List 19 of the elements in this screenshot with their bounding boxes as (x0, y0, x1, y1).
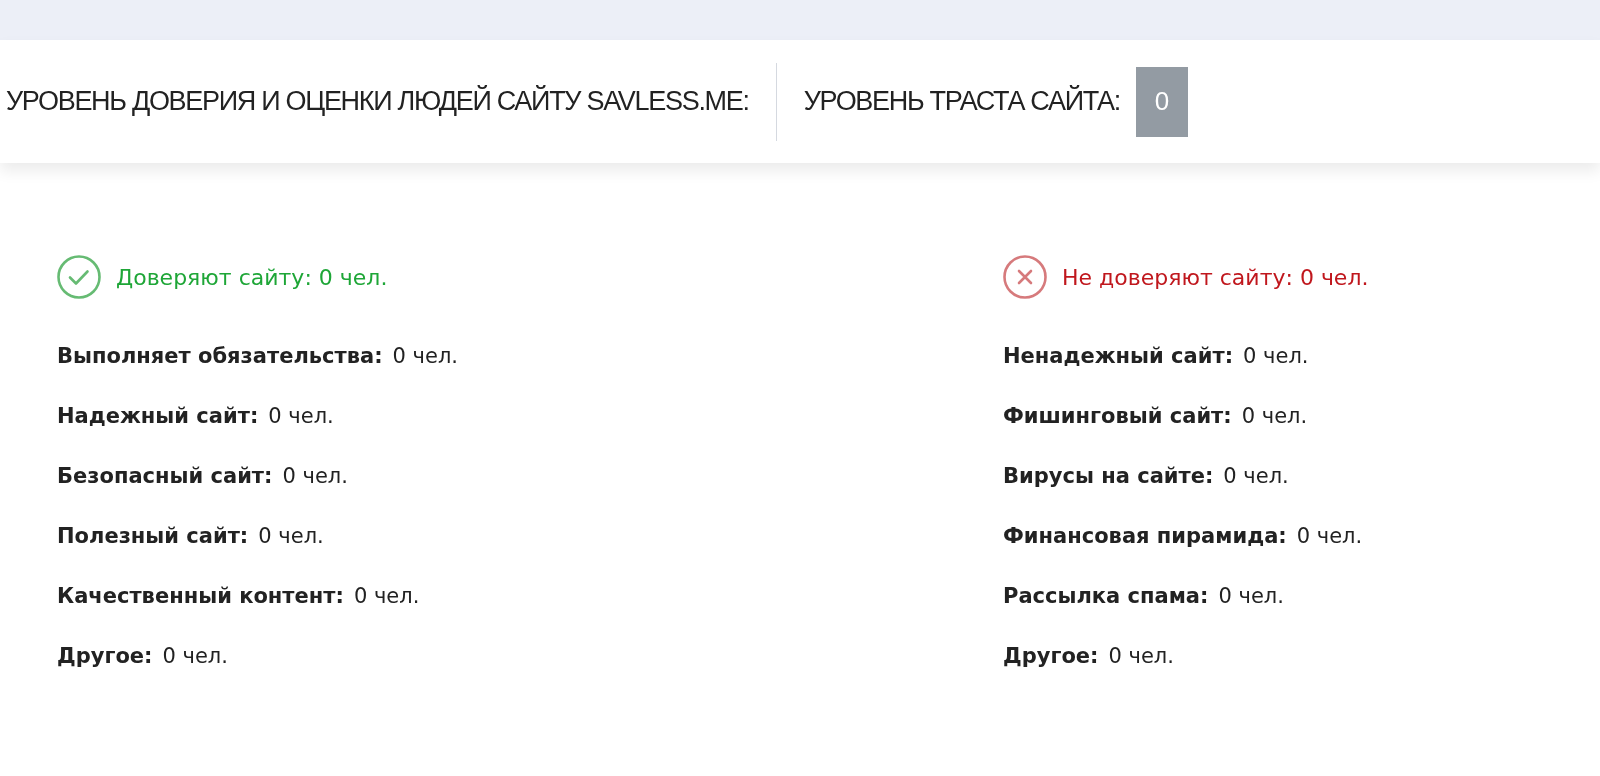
group-heading: Не доверяют сайту: 0 чел. (1062, 263, 1369, 292)
group-heading: Доверяют сайту: 0 чел. (116, 263, 388, 292)
vote-count-line: Полезный сайт: 0 чел. (57, 523, 325, 550)
vote-count-line: Вирусы на сайте: 0 чел. (1003, 463, 1290, 490)
trust-label: УРОВЕНЬ ТРАСТА САЙТА: (803, 84, 1120, 119)
vote-count-line: Качественный контент: 0 чел. (57, 583, 421, 610)
check-circle-icon (57, 255, 101, 299)
vote-count-line: Другое: 0 чел. (1003, 643, 1175, 670)
vote-count-line: Другое: 0 чел. (57, 643, 229, 670)
vote-count-line: Финансовая пирамида: 0 чел. (1003, 523, 1364, 550)
vote-count-line: Ненадежный сайт: 0 чел. (1003, 343, 1310, 370)
vote-count-line: Рассылка спама: 0 чел. (1003, 583, 1285, 610)
cross-circle-icon (1003, 255, 1047, 299)
page-title: УРОВЕНЬ ДОВЕРИЯ И ОЦЕНКИ ЛЮДЕЙ САЙТУ SAVLESS.ME: (6, 84, 749, 119)
trust-score-badge: 0 (1135, 66, 1188, 137)
vote-count-line: Надежный сайт: 0 чел. (57, 403, 335, 430)
vote-count-line: Выполняет обязательства: 0 чел. (57, 343, 459, 370)
vote-count-line: Безопасный сайт: 0 чел. (57, 463, 349, 490)
vote-count-line: Фишинговый сайт: 0 чел. (1003, 403, 1309, 430)
